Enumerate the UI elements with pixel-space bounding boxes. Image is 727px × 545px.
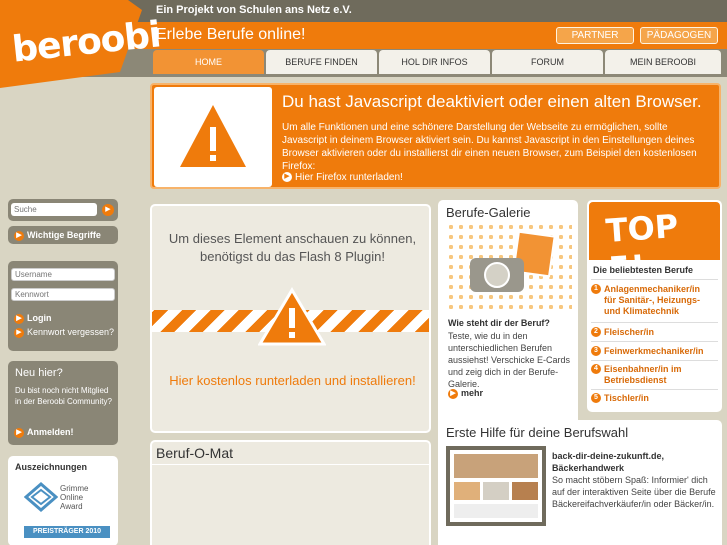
tab-home[interactable]: HOME xyxy=(153,50,264,74)
login-button[interactable]: ▶ Login xyxy=(14,313,52,324)
website-preview-image xyxy=(450,450,542,522)
firefox-link-label: Hier Firefox runterladen! xyxy=(295,172,403,183)
erste-hilfe-panel: Erste Hilfe für deine Berufswahl back-di… xyxy=(438,420,722,545)
award-name[interactable]: Grimme Online Award xyxy=(60,484,106,511)
hilfe-thumbnail[interactable] xyxy=(446,446,546,526)
divider xyxy=(152,464,429,465)
arrow-icon: ▶ xyxy=(14,327,24,338)
top5-banner-text: TOP 5! xyxy=(604,206,680,288)
hilfe-text: So macht stöbern Spaß: Informier' dich a… xyxy=(552,475,716,509)
wichtige-label: Wichtige Begriffe xyxy=(27,230,101,240)
arrow-icon: ▶ xyxy=(282,172,292,183)
galerie-question: Wie steht dir der Beruf? xyxy=(448,318,550,328)
warning-text: Um alle Funktionen und eine schönere Dar… xyxy=(282,122,697,172)
divider xyxy=(591,360,718,361)
top5-banner: TOP 5! xyxy=(589,202,720,288)
tab-mein-beroobi[interactable]: MEIN BEROOBI xyxy=(605,50,721,74)
search-panel: ▶ xyxy=(8,199,118,221)
anmelden-link[interactable]: ▶ Anmelden! xyxy=(14,427,74,438)
camera-icon xyxy=(470,230,556,292)
top5-item-label: Fleischer/in xyxy=(604,327,655,337)
tab-forum[interactable]: FORUM xyxy=(492,50,603,74)
beruf-o-mat-panel: Beruf-O-Mat xyxy=(150,440,431,545)
search-go-icon[interactable]: ▶ xyxy=(102,204,114,216)
firefox-download-link[interactable]: ▶ Hier Firefox runterladen! xyxy=(282,172,403,183)
flash-placeholder: Um dieses Element anschauen zu können, b… xyxy=(150,204,431,433)
top5-item-label: Tischler/in xyxy=(604,393,649,403)
top5-item-3[interactable]: 3 Feinwerkmechaniker/in xyxy=(591,346,718,357)
paedagogen-button[interactable]: PÄDAGOGEN xyxy=(640,27,718,44)
divider xyxy=(591,322,718,323)
grimme-award-logo xyxy=(24,482,58,512)
anmelden-label: Anmelden! xyxy=(27,427,74,437)
beruf-o-mat-title: Beruf-O-Mat xyxy=(156,445,234,461)
header-slogan: Erlebe Berufe online! xyxy=(156,26,306,43)
warning-icon xyxy=(258,287,326,346)
password-field[interactable] xyxy=(11,288,115,301)
arrow-icon: ▶ xyxy=(14,427,24,438)
warning-title: Du hast Javascript deaktiviert oder eine… xyxy=(282,92,702,111)
galerie-image[interactable] xyxy=(446,222,572,312)
neu-hier-text: Du bist noch nicht Mitglied in der Beroo… xyxy=(15,386,112,406)
top5-item-4[interactable]: 4 Eisenbahner/in im Betriebsdienst xyxy=(591,364,718,386)
flash-message: Um dieses Element anschauen zu können, b… xyxy=(168,231,417,264)
javascript-warning: Du hast Javascript deaktiviert oder eine… xyxy=(150,83,721,189)
top5-item-label: Eisenbahner/in im Betriebsdienst xyxy=(604,364,682,385)
forgot-label: Kennwort vergessen? xyxy=(27,327,115,337)
arrow-icon: ▶ xyxy=(14,230,24,241)
mehr-label: mehr xyxy=(461,388,484,398)
forgot-password-link[interactable]: ▶ Kennwort vergessen? xyxy=(14,327,114,338)
hilfe-source[interactable]: back-dir-deine-zukunft.de, Bäckerhandwer… xyxy=(552,450,720,474)
galerie-mehr-link[interactable]: ▶ mehr xyxy=(448,388,483,399)
search-input[interactable] xyxy=(11,203,97,216)
top5-item-2[interactable]: 2 Fleischer/in xyxy=(591,327,718,338)
flash-download-link[interactable]: Hier kostenlos runterladen und installie… xyxy=(152,372,433,390)
berufe-galerie-panel: Berufe-Galerie Wie steht dir der Beruf? … xyxy=(438,200,578,432)
top5-item-label: Anlagenmechaniker/in für Sanitär-, Heizu… xyxy=(604,284,701,316)
warning-icon xyxy=(180,105,246,167)
header-tagline: Ein Projekt von Schulen ans Netz e.V. xyxy=(156,4,352,16)
divider xyxy=(591,389,718,390)
galerie-text: Teste, wie du in den unterschiedlichen B… xyxy=(448,331,571,389)
username-field[interactable] xyxy=(11,268,115,281)
top5-item-1[interactable]: 1 Anlagenmechaniker/in für Sanitär-, Heiz… xyxy=(591,284,718,317)
arrow-icon: ▶ xyxy=(448,388,458,399)
top5-item-label: Feinwerkmechaniker/in xyxy=(604,346,704,356)
divider xyxy=(591,341,718,342)
wichtige-begriffe-link[interactable]: ▶ Wichtige Begriffe xyxy=(8,226,118,244)
awards-title: Auszeichnungen xyxy=(15,462,88,472)
partner-button[interactable]: PARTNER xyxy=(556,27,634,44)
neu-hier-title: Neu hier? xyxy=(15,367,63,379)
top5-panel: TOP 5! Die beliebtesten Berufe 1 Anlagenm… xyxy=(587,200,722,412)
top5-subtitle: Die beliebtesten Berufe xyxy=(593,265,694,275)
award-ribbon: PREISTRÄGER 2010 xyxy=(24,526,110,538)
login-label: Login xyxy=(27,313,52,323)
warning-icon-box xyxy=(154,87,272,187)
top5-item-5[interactable]: 5 Tischler/in xyxy=(591,393,718,404)
tab-hol-dir-infos[interactable]: HOL DIR INFOS xyxy=(379,50,490,74)
arrow-icon: ▶ xyxy=(14,313,24,324)
galerie-title: Berufe-Galerie xyxy=(446,205,531,220)
hilfe-title: Erste Hilfe für deine Berufswahl xyxy=(446,425,629,440)
login-panel: ▶Login ▶Kennwort vergessen? xyxy=(8,261,118,351)
tab-berufe-finden[interactable]: BERUFE FINDEN xyxy=(266,50,377,74)
divider xyxy=(591,279,718,280)
neu-hier-panel: Neu hier? Du bist noch nicht Mitglied in… xyxy=(8,361,118,445)
awards-panel: Auszeichnungen Grimme Online Award PREIS… xyxy=(8,456,118,545)
